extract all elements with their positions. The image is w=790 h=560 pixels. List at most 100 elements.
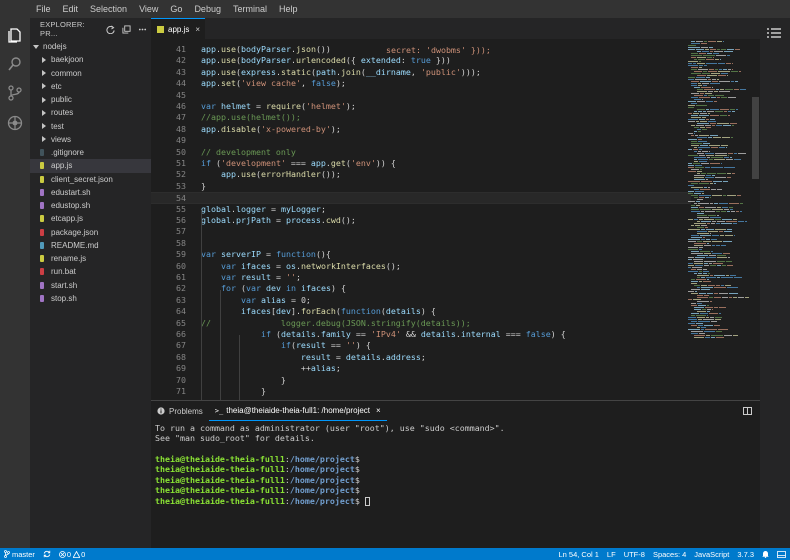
tree-folder[interactable]: baekjoon (30, 53, 151, 66)
tree-file[interactable]: rename.js (30, 252, 151, 265)
tree-root-folder[interactable]: nodejs (30, 40, 151, 53)
tree-file[interactable]: edustop.sh (30, 199, 151, 212)
minimap-token (694, 177, 704, 178)
source-control-icon[interactable] (5, 83, 25, 103)
minimap-token (726, 221, 737, 222)
minimap-token (691, 235, 699, 236)
code-text: app.use(errorHandler()); (220, 169, 341, 180)
tab-terminal[interactable]: >_ theia@theiaide-theia-full1: /home/pro… (208, 401, 387, 421)
close-icon[interactable]: × (195, 25, 200, 34)
tree-file[interactable]: package.json (30, 226, 151, 239)
menu-item-selection[interactable]: Selection (84, 0, 133, 18)
minimap-token (722, 207, 728, 208)
close-icon[interactable]: × (376, 406, 381, 415)
problems-status[interactable]: 0 0 (55, 550, 89, 559)
prompt-path: /home/project (289, 474, 355, 485)
maximize-panel-icon[interactable] (743, 407, 752, 415)
explorer-icon[interactable] (5, 25, 25, 45)
tree-file[interactable]: run.bat (30, 265, 151, 278)
minimap-token (701, 87, 711, 88)
encoding[interactable]: UTF-8 (620, 550, 649, 559)
minimap-token (698, 85, 702, 86)
search-icon[interactable] (5, 54, 25, 74)
minimap-token (706, 77, 710, 78)
tree-folder[interactable]: etc (30, 80, 151, 93)
collapse-all-icon[interactable] (119, 22, 133, 36)
menu-item-help[interactable]: Help (273, 0, 304, 18)
tree-folder[interactable]: public (30, 93, 151, 106)
minimap-token (688, 107, 694, 108)
tab-problems[interactable]: Problems (151, 401, 209, 421)
minimap-token (706, 239, 710, 240)
minimap-token (694, 159, 697, 160)
minimap-token (724, 111, 727, 112)
minimap-token (711, 189, 716, 190)
typescript-version[interactable]: 3.7.3 (733, 550, 758, 559)
minimap-token (727, 229, 732, 230)
tree-folder[interactable]: routes (30, 106, 151, 119)
minimap-token (707, 173, 716, 174)
indentation[interactable]: Spaces: 4 (649, 550, 690, 559)
code-line: 68 result = details.address; (151, 352, 691, 363)
notifications-icon[interactable] (758, 550, 773, 558)
minimap-token (691, 97, 698, 98)
cursor-position[interactable]: Ln 54, Col 1 (554, 550, 602, 559)
minimap-token (716, 337, 724, 338)
code-editor[interactable]: secret: 'dwobms' })); 41 app.use(bodyPars… (151, 39, 760, 400)
minimap-token (714, 101, 717, 102)
tree-file[interactable]: etcapp.js (30, 212, 151, 225)
debug-icon[interactable] (5, 113, 25, 133)
menu-item-terminal[interactable]: Terminal (227, 0, 273, 18)
minimap-token (695, 191, 704, 192)
tree-file[interactable]: README.md (30, 239, 151, 252)
terminal-prompt-line: theia@theiaide-theia-full1:/home/project… (155, 496, 370, 506)
toggle-panel-icon[interactable] (773, 550, 790, 558)
terminal-output[interactable]: To run a command as administrator (user … (151, 421, 760, 548)
minimap-token (712, 195, 722, 196)
menu-item-edit[interactable]: Edit (57, 0, 85, 18)
indent-guide (220, 290, 221, 400)
minimap-token (716, 245, 720, 246)
minimap-token (712, 125, 715, 126)
tree-folder[interactable]: views (30, 133, 151, 146)
menu-item-file[interactable]: File (30, 0, 57, 18)
tree-file[interactable]: start.sh (30, 279, 151, 292)
minimap-token (688, 181, 700, 182)
tree-file[interactable]: app.js (30, 159, 151, 173)
tree-file[interactable]: .gitignore (30, 146, 151, 159)
refresh-icon[interactable] (103, 22, 117, 36)
tree-item-label: run.bat (51, 267, 76, 277)
code-text: ++alias; (201, 363, 341, 374)
code-line: 42 app.use(bodyParser.urlencoded({ extend… (151, 55, 691, 66)
minimap-token (694, 87, 700, 88)
minimap[interactable] (686, 39, 756, 400)
language-mode[interactable]: JavaScript (690, 550, 733, 559)
minimap-token (711, 147, 718, 148)
minimap-token (697, 137, 707, 138)
editor-scrollbar[interactable] (752, 97, 759, 179)
minimap-token (697, 287, 700, 288)
minimap-token (699, 195, 711, 196)
sync-icon[interactable] (39, 550, 55, 558)
line-ending[interactable]: LF (603, 550, 620, 559)
menu-item-go[interactable]: Go (164, 0, 188, 18)
tree-folder[interactable]: test (30, 120, 151, 133)
minimap-token (729, 293, 738, 294)
tree-file[interactable]: stop.sh (30, 292, 151, 305)
minimap-token (715, 111, 723, 112)
minimap-token (691, 83, 697, 84)
tree-file[interactable]: edustart.sh (30, 186, 151, 199)
minimap-token (716, 223, 720, 224)
activity-bar (0, 18, 30, 548)
tree-file[interactable]: client_secret.json (30, 173, 151, 186)
more-actions-icon[interactable] (135, 22, 149, 36)
outline-icon[interactable] (766, 26, 784, 44)
git-branch[interactable]: master (0, 550, 39, 559)
tab-app-js[interactable]: app.js × (151, 18, 205, 39)
menu-item-debug[interactable]: Debug (188, 0, 227, 18)
minimap-token (715, 153, 727, 154)
minimap-token (719, 231, 723, 232)
tree-folder[interactable]: common (30, 67, 151, 80)
menu-item-view[interactable]: View (133, 0, 164, 18)
code-line: 54 (151, 192, 691, 204)
